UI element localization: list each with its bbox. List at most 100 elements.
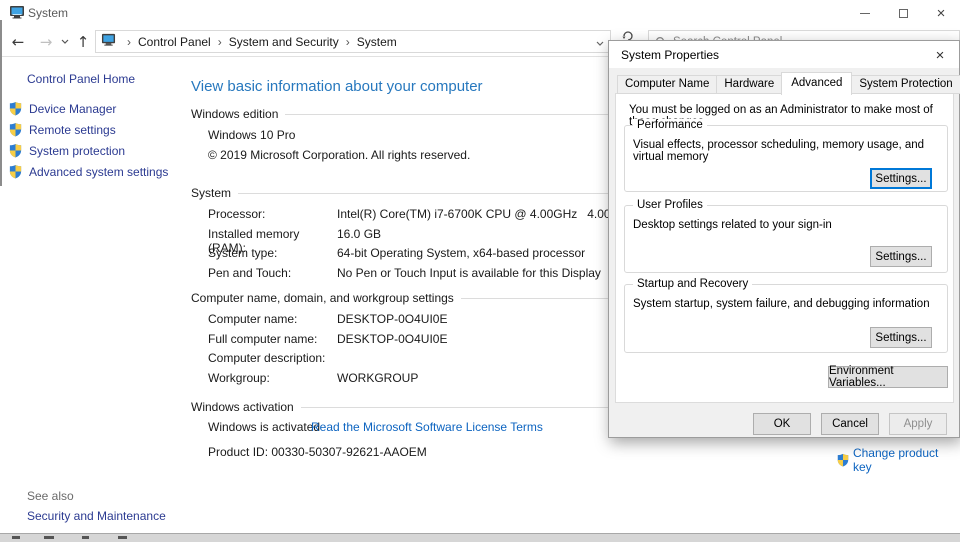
breadcrumb-separator: › [346, 35, 350, 49]
chevron-down-icon [61, 39, 69, 44]
advanced-tab-page: You must be logged on as an Administrato… [615, 93, 954, 403]
performance-settings-button[interactable]: Settings... [870, 168, 932, 189]
address-dropdown-icon[interactable] [596, 35, 604, 49]
row-value: WORKGROUP [337, 371, 418, 391]
apply-button: Apply [889, 413, 947, 435]
dialog-title-bar: System Properties × [609, 41, 959, 68]
sidebar-item-advanced-system-settings[interactable]: Advanced system settings [8, 164, 168, 179]
section-title: Computer name, domain, and workgroup set… [191, 291, 461, 305]
row-label: Computer name: [208, 312, 337, 332]
maximize-icon [899, 9, 908, 18]
windows-copyright: © 2019 Microsoft Corporation. All rights… [208, 148, 470, 162]
computer-name-rows: Computer name: DESKTOP-0O4UI0E Full comp… [208, 312, 447, 390]
minimize-button[interactable] [846, 0, 884, 26]
sidebar-item-remote-settings[interactable]: Remote settings [8, 122, 116, 137]
section-title: Windows activation [191, 400, 301, 414]
breadcrumb-item-control-panel[interactable]: Control Panel [138, 35, 211, 49]
table-row: Computer name: DESKTOP-0O4UI0E [208, 312, 447, 332]
tab-advanced[interactable]: Advanced [781, 72, 852, 95]
see-also-heading: See also [27, 489, 74, 503]
user-profiles-settings-button[interactable]: Settings... [870, 246, 932, 267]
background-fragment [82, 536, 89, 539]
section-title: Windows edition [191, 107, 285, 121]
up-button[interactable]: ↑ [72, 26, 94, 57]
sidebar-item-system-protection[interactable]: System protection [8, 143, 125, 158]
tab-system-protection[interactable]: System Protection [851, 75, 960, 94]
cancel-button[interactable]: Cancel [821, 413, 879, 435]
environment-variables-button[interactable]: Environment Variables... [828, 366, 948, 388]
close-button[interactable]: × [922, 0, 960, 26]
startup-recovery-settings-button[interactable]: Settings... [870, 327, 932, 348]
forward-button[interactable]: → [34, 26, 58, 57]
group-title: User Profiles [633, 199, 707, 211]
group-description: Visual effects, processor scheduling, me… [633, 139, 947, 163]
row-label: Full computer name: [208, 332, 337, 352]
row-label: Processor: [208, 207, 337, 227]
uac-shield-icon [8, 101, 23, 116]
table-row: Computer description: [208, 351, 447, 371]
table-row: Workgroup: WORKGROUP [208, 371, 447, 391]
license-terms-link[interactable]: Read the Microsoft Software License Term… [311, 420, 543, 434]
breadcrumb-separator: › [127, 35, 131, 49]
table-row: Processor: Intel(R) Core(TM) i7-6700K CP… [208, 207, 638, 227]
system-properties-dialog: System Properties × Computer Name Hardwa… [608, 40, 960, 438]
performance-group: Performance Visual effects, processor sc… [624, 125, 948, 192]
sidebar-item-security-and-maintenance[interactable]: Security and Maintenance [27, 509, 166, 523]
row-value: DESKTOP-0O4UI0E [337, 312, 447, 332]
group-title: Startup and Recovery [633, 278, 752, 290]
row-value: Intel(R) Core(TM) i7-6700K CPU @ 4.00GHz… [337, 207, 638, 227]
background-fragment [12, 536, 20, 539]
change-product-key-link[interactable]: Change product key [836, 446, 960, 474]
breadcrumb[interactable]: › Control Panel › System and Security › … [95, 30, 611, 53]
recent-pages-dropdown[interactable] [58, 26, 72, 57]
window-title: System [28, 6, 68, 20]
breadcrumb-separator: › [218, 35, 222, 49]
row-value: DESKTOP-0O4UI0E [337, 332, 447, 352]
table-row: Installed memory (RAM): 16.0 GB [208, 227, 638, 247]
row-label: Installed memory (RAM): [208, 227, 337, 247]
sidebar-item-label: System protection [29, 144, 125, 158]
uac-shield-icon [8, 143, 23, 158]
group-description: System startup, system failure, and debu… [633, 298, 930, 310]
system-control-panel-window: System × ← → ↑ › Control Panel › System … [0, 0, 960, 542]
background-fragment [118, 536, 127, 539]
sidebar-item-label: Advanced system settings [29, 165, 168, 179]
sidebar-item-control-panel-home[interactable]: Control Panel Home [27, 72, 135, 86]
uac-shield-icon [8, 122, 23, 137]
background-window-edge [0, 20, 2, 186]
title-bar: System × [0, 0, 960, 26]
row-value: No Pen or Touch Input is available for t… [337, 266, 601, 286]
ok-button[interactable]: OK [753, 413, 811, 435]
background-fragment [44, 536, 54, 539]
row-label: System type: [208, 246, 337, 266]
row-label: Pen and Touch: [208, 266, 337, 286]
computer-icon [9, 4, 25, 25]
computer-icon [101, 33, 116, 50]
dialog-close-button[interactable]: × [929, 46, 951, 64]
row-label: Workgroup: [208, 371, 337, 391]
system-info-rows: Processor: Intel(R) Core(TM) i7-6700K CP… [208, 207, 638, 285]
user-profiles-group: User Profiles Desktop settings related t… [624, 205, 948, 273]
breadcrumb-item-system-and-security[interactable]: System and Security [229, 35, 339, 49]
minimize-icon [860, 13, 870, 14]
uac-shield-icon [8, 164, 23, 179]
sidebar-item-label: Remote settings [29, 123, 116, 137]
change-product-key-label: Change product key [853, 446, 960, 474]
page-title: View basic information about your comput… [191, 78, 483, 95]
sidebar-item-device-manager[interactable]: Device Manager [8, 101, 116, 116]
table-row: System type: 64-bit Operating System, x6… [208, 246, 638, 266]
maximize-button[interactable] [884, 0, 922, 26]
row-label: Computer description: [208, 351, 337, 371]
group-description: Desktop settings related to your sign-in [633, 219, 832, 231]
table-row: Full computer name: DESKTOP-0O4UI0E [208, 332, 447, 352]
breadcrumb-item-system[interactable]: System [357, 35, 397, 49]
dialog-tab-strip: Computer Name Hardware Advanced System P… [617, 72, 960, 94]
back-button[interactable]: ← [6, 26, 30, 57]
activation-status: Windows is activated [208, 420, 320, 434]
row-value: 16.0 GB [337, 227, 381, 247]
tab-hardware[interactable]: Hardware [716, 75, 782, 94]
table-row: Pen and Touch: No Pen or Touch Input is … [208, 266, 638, 286]
tab-computer-name[interactable]: Computer Name [617, 75, 717, 94]
group-title: Performance [633, 119, 707, 131]
uac-shield-icon [836, 453, 850, 467]
